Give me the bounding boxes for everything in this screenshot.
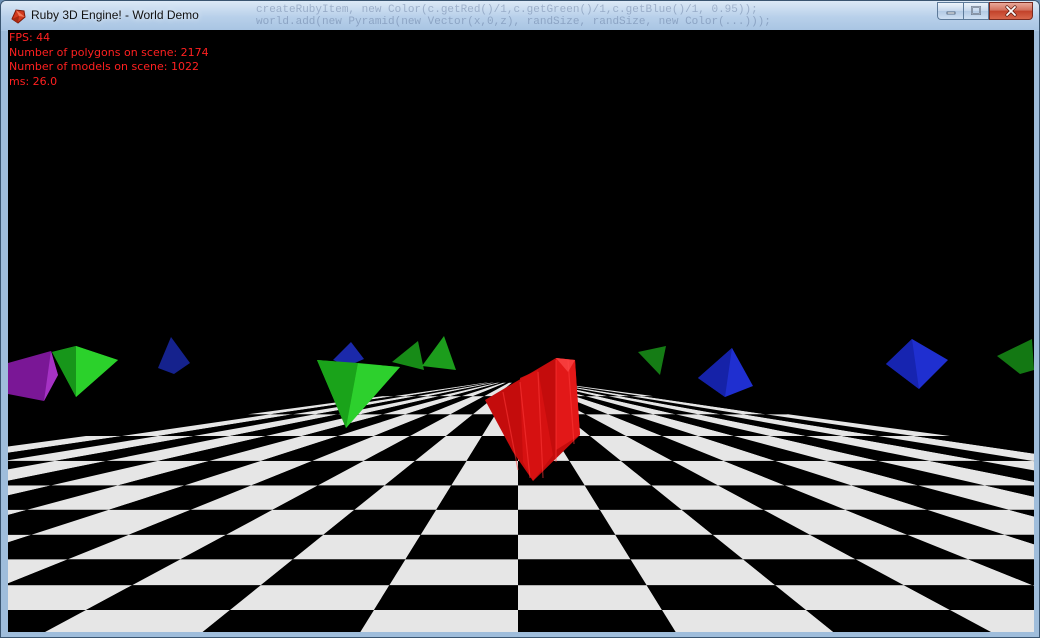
blue-pyramid-right (886, 339, 948, 389)
floor-tile (518, 509, 616, 535)
frame-time: ms: 26.0 (9, 74, 58, 88)
model-count: Number of models on scene: 1022 (9, 60, 199, 73)
green-pyramid-far-2 (422, 336, 456, 370)
purple-pyramid (8, 351, 58, 401)
hud-overlay: FPS: 44 Number of polygons on scene: 217… (9, 31, 209, 89)
render-viewport[interactable]: FPS: 44 Number of polygons on scene: 217… (8, 30, 1034, 632)
app-window: createRubyItem, new Color(c.getRed()/1,c… (0, 0, 1040, 638)
floor-tile (360, 610, 518, 632)
window-controls (937, 2, 1033, 21)
close-button[interactable] (989, 2, 1033, 20)
floor-tile (420, 509, 518, 535)
scene-canvas (8, 336, 1034, 632)
floor-tile (405, 534, 518, 560)
floor-tile (518, 610, 676, 632)
window-title: Ruby 3D Engine! - World Demo (31, 8, 199, 22)
fps-readout: FPS: 44 (9, 31, 51, 44)
close-icon (1005, 5, 1017, 17)
green-pyramid-far-1 (392, 341, 424, 370)
background-code-text: createRubyItem, new Color(c.getRed()/1,c… (256, 4, 771, 28)
title-bar[interactable]: createRubyItem, new Color(c.getRed()/1,c… (1, 1, 1039, 30)
blue-pyramid-far (158, 337, 190, 374)
green-pyramid-right (997, 339, 1034, 374)
floor-tile (518, 534, 631, 560)
floor-tile (518, 585, 662, 610)
minimize-button[interactable] (937, 2, 963, 20)
maximize-button[interactable] (963, 2, 989, 20)
floor-tile (374, 585, 518, 610)
minimize-icon (946, 11, 955, 15)
floor-tile (389, 559, 518, 586)
maximize-icon (971, 6, 981, 15)
floor-tile (518, 559, 647, 586)
green-pyramid-left (52, 346, 118, 397)
blue-pyramid-center (698, 348, 753, 397)
ruby-app-icon[interactable] (10, 8, 26, 24)
green-pyramid-far-3 (638, 346, 666, 375)
polygon-count: Number of polygons on scene: 2174 (9, 45, 209, 59)
